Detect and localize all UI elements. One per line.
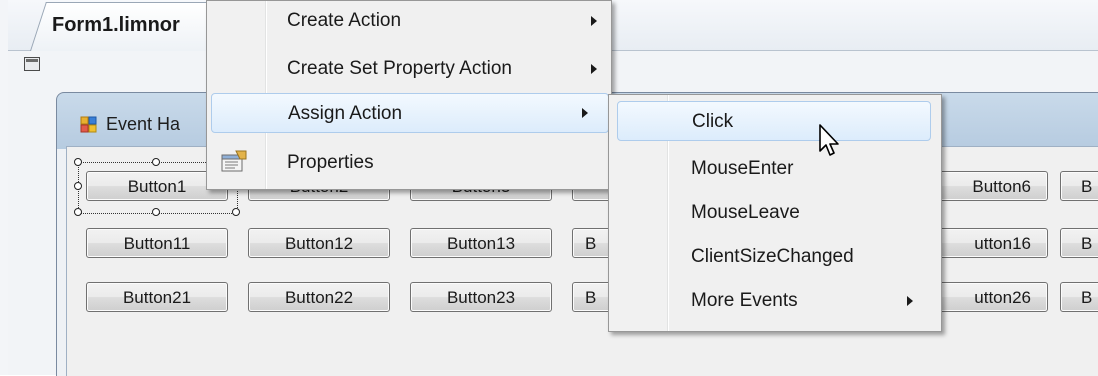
submenu-item-clientsizechanged[interactable]: ClientSizeChanged xyxy=(617,237,931,277)
submenu-item-mouseleave[interactable]: MouseLeave xyxy=(617,193,931,233)
submenu-item-mouseenter[interactable]: MouseEnter xyxy=(617,149,931,189)
submenu-arrow-icon xyxy=(907,296,913,306)
resize-handle[interactable] xyxy=(152,158,160,166)
button-11[interactable]: Button11 xyxy=(86,228,228,258)
resize-handle[interactable] xyxy=(74,208,82,216)
menu-item-label: Click xyxy=(692,111,734,132)
form-icon xyxy=(80,116,97,133)
resize-handle[interactable] xyxy=(232,208,240,216)
button-23[interactable]: Button23 xyxy=(410,282,552,312)
menu-item-label: Create Action xyxy=(287,10,402,31)
mouse-pointer-icon xyxy=(819,124,839,156)
resize-handle[interactable] xyxy=(74,158,82,166)
document-tab-label[interactable]: Form1.limnor xyxy=(52,14,180,37)
submenu-item-more-events[interactable]: More Events xyxy=(617,281,931,321)
menu-item-label: Assign Action xyxy=(288,103,403,124)
menu-item-create-action[interactable]: Create Action xyxy=(217,1,609,41)
menu-item-create-set-property-action[interactable]: Create Set Property Action xyxy=(217,49,609,89)
submenu-item-click[interactable]: Click xyxy=(617,101,931,141)
resize-handle[interactable] xyxy=(74,182,82,190)
button-13[interactable]: Button13 xyxy=(410,228,552,258)
context-menu: Create Action Create Set Property Action… xyxy=(206,0,612,190)
menu-item-label: ClientSizeChanged xyxy=(691,246,854,267)
button-21[interactable]: Button21 xyxy=(86,282,228,312)
submenu-arrow-icon xyxy=(591,64,597,74)
menu-item-label: More Events xyxy=(691,290,798,311)
button-12[interactable]: Button12 xyxy=(248,228,390,258)
button-7[interactable]: B xyxy=(1060,171,1098,201)
button-17[interactable]: B xyxy=(1060,228,1098,258)
button-22[interactable]: Button22 xyxy=(248,282,390,312)
button-27[interactable]: B xyxy=(1060,282,1098,312)
menu-item-label: Properties xyxy=(287,152,374,173)
resize-handle[interactable] xyxy=(152,208,160,216)
form-title: Event Ha xyxy=(106,114,181,134)
submenu-arrow-icon xyxy=(591,16,597,26)
submenu-arrow-icon xyxy=(582,108,588,118)
menu-item-label: Create Set Property Action xyxy=(287,58,512,79)
component-tray-icon[interactable] xyxy=(24,57,40,71)
assign-action-submenu: Click MouseEnter MouseLeave ClientSizeCh… xyxy=(608,94,942,332)
menu-item-properties[interactable]: Properties xyxy=(217,143,609,183)
menu-item-assign-action[interactable]: Assign Action xyxy=(211,93,609,133)
menu-item-label: MouseEnter xyxy=(691,158,794,179)
menu-item-label: MouseLeave xyxy=(691,202,800,223)
properties-icon xyxy=(221,150,247,172)
